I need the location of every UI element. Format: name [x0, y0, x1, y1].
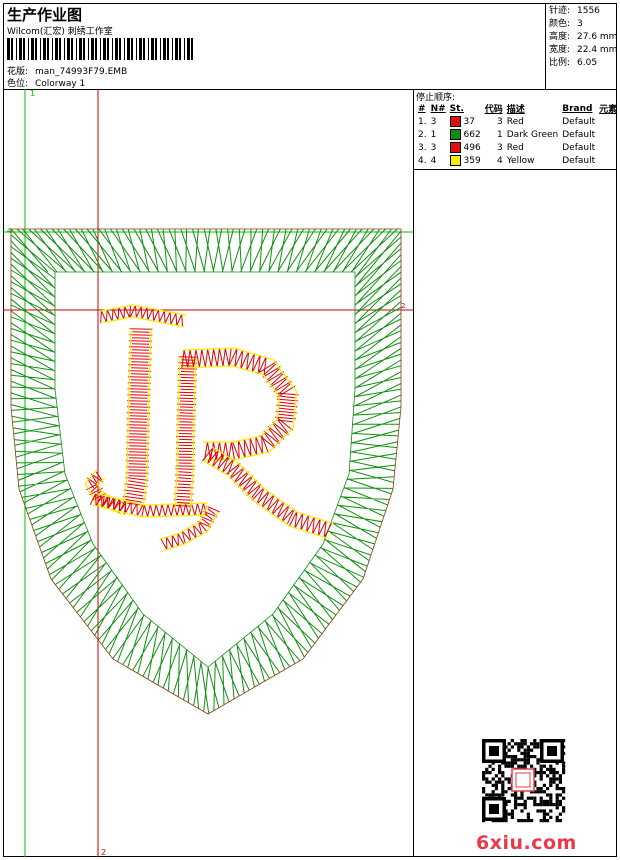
table-row: 4. 4 359 4 Yellow Default	[416, 154, 619, 167]
table-row: 2. 1 662 1 Dark Green Default	[416, 128, 619, 141]
row-index: 3.	[418, 142, 427, 153]
stat-label: 高度:	[549, 32, 571, 42]
guide-marker-2-bottom: 2	[101, 848, 106, 857]
stat-label: 比例:	[549, 58, 571, 68]
header-divider	[545, 3, 546, 89]
row-needle: 3	[430, 116, 437, 127]
row-needle: 4	[430, 155, 437, 166]
row-index: 4.	[418, 155, 427, 166]
stop-sequence-panel: 停止顺序: # N# St. 代码 描述 Brand 元素 1. 3 37 3 …	[416, 90, 619, 167]
row-index: 2.	[418, 129, 427, 140]
sequence-divider	[413, 169, 617, 170]
stat-row: 宽度: 22.4 mm	[549, 44, 617, 57]
color-swatch	[449, 116, 461, 127]
row-brand: Default	[562, 116, 596, 127]
embroidery-canvas: 1 2 4 2	[3, 89, 413, 857]
col-header: N#	[430, 103, 446, 114]
row-desc: Red	[506, 116, 524, 127]
qr-code	[480, 737, 566, 823]
stat-value: 22.4 mm	[577, 45, 618, 55]
stat-value: 6.05	[577, 58, 598, 68]
stat-row: 针迹: 1556	[549, 5, 617, 18]
stat-row: 高度: 27.6 mm	[549, 31, 617, 44]
lr-monogram-stitches	[84, 304, 334, 552]
table-row: 1. 3 37 3 Red Default	[416, 115, 619, 128]
col-header: 代码	[484, 105, 503, 115]
row-code: 4	[497, 155, 503, 166]
stat-label: 宽度:	[549, 45, 571, 55]
row-brand: Default	[562, 155, 596, 166]
panel-divider	[413, 89, 414, 857]
stat-value: 1556	[577, 6, 600, 16]
row-stitches: 662	[463, 130, 481, 140]
colorway-label: 色位:	[7, 79, 29, 89]
barcode	[7, 38, 193, 60]
sequence-title: 停止顺序:	[416, 93, 456, 103]
row-needle: 1	[430, 129, 437, 140]
colorway-value: Colorway 1	[35, 79, 86, 89]
col-header: 元素	[599, 105, 618, 115]
page-title: 生产作业图	[7, 6, 83, 24]
stat-label: 颜色:	[549, 19, 571, 29]
row-stitches: 496	[463, 143, 481, 153]
row-desc: Dark Green	[506, 129, 559, 140]
studio-subtitle: Wilcom(汇宏) 刺绣工作室	[7, 27, 113, 37]
watermark: 6xiu.com	[476, 832, 577, 854]
row-stitches: 359	[463, 156, 481, 166]
row-code: 3	[497, 142, 503, 153]
row-needle: 3	[430, 142, 437, 153]
row-code: 1	[497, 129, 503, 140]
stat-row: 颜色: 3	[549, 18, 617, 31]
guide-marker-1: 1	[30, 89, 35, 98]
header: 生产作业图 Wilcom(汇宏) 刺绣工作室 花版: man_74993F79.E…	[3, 3, 617, 90]
colorway-row: 色位: Colorway 1	[7, 76, 85, 89]
row-code: 3	[497, 116, 503, 127]
stat-label: 针迹:	[549, 6, 571, 16]
col-header: #	[418, 103, 426, 114]
sequence-header-row: # N# St. 代码 描述 Brand 元素	[416, 102, 619, 116]
row-stitches: 37	[463, 117, 475, 127]
col-header: St.	[449, 103, 464, 114]
row-desc: Yellow	[506, 155, 535, 166]
stat-row: 比例: 6.05	[549, 57, 617, 70]
sequence-table: # N# St. 代码 描述 Brand 元素 1. 3 37 3 Red De…	[416, 102, 619, 167]
color-swatch	[449, 142, 461, 153]
col-header: 描述	[506, 105, 525, 115]
row-index: 1.	[418, 116, 427, 127]
row-brand: Default	[562, 129, 596, 140]
row-brand: Default	[562, 142, 596, 153]
row-desc: Red	[506, 142, 524, 153]
col-header: Brand	[562, 103, 593, 114]
stats-panel: 针迹: 1556 颜色: 3 高度: 27.6 mm 宽度: 22.4 mm 比例: 6.…	[549, 5, 617, 70]
shield-border-stitches	[10, 228, 402, 715]
color-swatch	[449, 129, 461, 140]
table-row: 3. 3 496 3 Red Default	[416, 141, 619, 154]
color-swatch	[449, 155, 461, 166]
stat-value: 3	[577, 19, 583, 29]
guide-marker-2-right: 2	[401, 302, 405, 310]
stat-value: 27.6 mm	[577, 32, 618, 42]
